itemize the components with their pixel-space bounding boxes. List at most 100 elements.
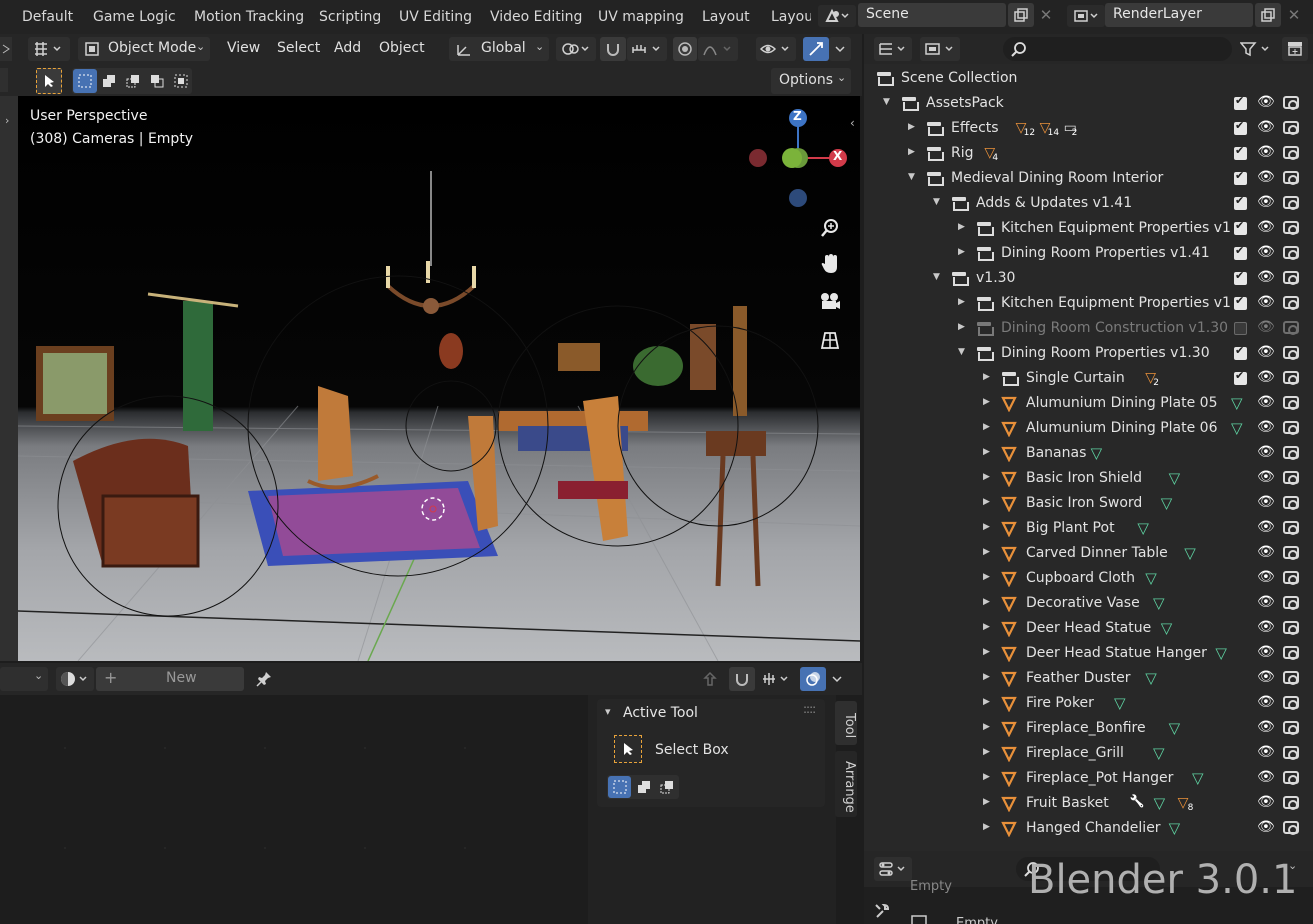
outliner-collection-row[interactable]: Scene Collection [864,66,1313,91]
outliner-object-row[interactable]: ▶ Deer Head Statue Hanger ▽ 👁 [864,641,1313,666]
snap-magnet-icon[interactable] [729,667,755,691]
visibility-eye-icon[interactable]: 👁 [1257,769,1275,785]
workspace-tab-video-editing[interactable]: Video Editing [490,9,582,25]
collapse-arrow-icon[interactable]: ▼ [883,97,890,107]
render-camera-icon[interactable] [1283,346,1299,360]
overlay-toggle-icon[interactable] [800,667,826,691]
mesh-data-icon[interactable]: ▽ [1184,544,1196,562]
visibility-eye-icon[interactable]: 👁 [1257,719,1275,735]
object-name-field[interactable]: Empty [956,914,1016,924]
render-camera-icon[interactable] [1283,471,1299,485]
filter-icon[interactable] [1236,37,1278,61]
render-camera-icon[interactable] [1283,671,1299,685]
render-camera-icon[interactable] [1283,546,1299,560]
left-edge-icon[interactable] [0,37,12,61]
outliner-object-row[interactable]: ▶ Hanged Chandelier ▽ 👁 [864,816,1313,841]
proportional-falloff-icon[interactable] [698,37,738,61]
outliner-object-row[interactable]: ▶ Basic Iron Shield ▽ 👁 [864,466,1313,491]
gizmo-options-chevron-icon[interactable] [829,37,851,61]
expand-arrow-icon[interactable]: ▶ [983,597,990,607]
outliner-collection-row[interactable]: ▶ Dining Room Construction v1.30 👁 [864,316,1313,341]
mesh-data-icon[interactable]: ▽ [1153,744,1165,762]
render-camera-icon[interactable] [1283,696,1299,710]
visibility-eye-icon[interactable]: 👁 [1257,569,1275,585]
tab-arrange[interactable]: Arrange [835,751,857,817]
outliner-object-row[interactable]: ▶ Fire Poker ▽ 👁 [864,691,1313,716]
expand-arrow-icon[interactable]: ▶ [983,622,990,632]
visibility-eye-icon[interactable]: 👁 [1257,294,1275,310]
outliner-collection-row[interactable]: ▶Rig▽4👁 [864,141,1313,166]
expand-arrow-icon[interactable]: ▶ [983,672,990,682]
workspace-tab-layout-2[interactable]: Layou [771,9,811,25]
active-tool-title[interactable]: Active Tool [623,705,698,721]
collapse-arrow-icon[interactable]: ▼ [933,197,940,207]
outliner-collection-row[interactable]: ▶Single Curtain▽2👁 [864,366,1313,391]
visibility-eye-icon[interactable]: 👁 [1257,219,1275,235]
visibility-eye-icon[interactable]: 👁 [1257,369,1275,385]
visibility-eye-icon[interactable]: 👁 [1257,269,1275,285]
visibility-eye-icon[interactable]: 👁 [1257,819,1275,835]
visibility-eye-icon[interactable]: 👁 [1257,94,1275,110]
render-camera-icon[interactable] [1283,146,1299,160]
expand-arrow-icon[interactable]: ▶ [983,772,990,782]
mesh-data-icon[interactable]: ▽ [1161,494,1173,512]
collapse-arrow-icon[interactable]: ▼ [908,172,915,182]
visibility-eye-icon[interactable]: 👁 [1257,394,1275,410]
mode-extend-icon[interactable] [632,776,655,798]
visibility-eye-icon[interactable]: 👁 [1257,519,1275,535]
tab-tool[interactable]: Tool [835,701,857,745]
outliner-object-row[interactable]: ▶ Fireplace_Grill ▽ 👁 [864,741,1313,766]
parent-arrow-icon[interactable] [698,667,722,691]
exclude-checkbox[interactable] [1234,219,1247,235]
render-camera-icon[interactable] [1283,746,1299,760]
outliner-object-row[interactable]: ▶ Bananas ▽ 👁 [864,441,1313,466]
visibility-eye-icon[interactable]: 👁 [1257,419,1275,435]
visibility-eye-icon[interactable]: 👁 [1257,544,1275,560]
render-camera-icon[interactable] [1283,171,1299,185]
visibility-eye-icon[interactable]: 👁 [1257,169,1275,185]
visibility-eye-icon[interactable]: 👁 [1257,619,1275,635]
expand-arrow-icon[interactable]: ▶ [983,722,990,732]
mesh-data-icon[interactable]: ▽ [1145,669,1157,687]
exclude-checkbox[interactable] [1234,94,1247,110]
outliner-object-row[interactable]: ▶ Big Plant Pot ▽ 👁 [864,516,1313,541]
expand-arrow-icon[interactable]: ▶ [983,497,990,507]
snap-toggle-icon[interactable] [600,37,626,61]
snap-target-icon[interactable] [627,37,667,61]
menu-select[interactable]: Select [277,40,320,56]
outliner-object-row[interactable]: ▶ Alumunium Dining Plate 05 ▽ 👁 [864,391,1313,416]
render-camera-icon[interactable] [1283,421,1299,435]
outliner-collection-row[interactable]: ▶ Dining Room Properties v1.41 👁 [864,241,1313,266]
expand-arrow-icon[interactable]: ▶ [983,522,990,532]
render-camera-icon[interactable] [1283,221,1299,235]
outliner-collection-row[interactable]: ▼ Medieval Dining Room Interior 👁 [864,166,1313,191]
toolbar-edge-icon[interactable] [0,68,8,92]
render-camera-icon[interactable] [1283,821,1299,835]
expand-arrow-icon[interactable]: ▶ [908,122,915,132]
expand-arrow-icon[interactable]: ▶ [983,822,990,832]
workspace-tab-layout[interactable]: Layout [702,9,750,25]
visibility-eye-icon[interactable]: 👁 [1257,594,1275,610]
outliner-editor-type-icon[interactable] [874,37,912,61]
drag-handle-icon[interactable]: :::: [803,702,816,716]
close-render-layer-icon[interactable]: ✕ [1284,4,1304,26]
render-camera-icon[interactable] [1283,646,1299,660]
outliner-object-row[interactable]: ▶ Alumunium Dining Plate 06 ▽ 👁 [864,416,1313,441]
render-layer-selector-icon[interactable] [1067,5,1105,27]
mesh-data-icon[interactable]: ▽ [1153,594,1165,612]
mesh-data-icon[interactable]: ▽ [1091,444,1103,462]
mode-subtract-icon[interactable] [655,776,678,798]
outliner-collection-row[interactable]: ▶Effects▽12▽14▭2👁 [864,116,1313,141]
editor-type-icon[interactable] [28,37,70,61]
mode-set-icon[interactable] [608,776,631,798]
exclude-checkbox[interactable] [1234,322,1247,335]
expand-arrow-icon[interactable]: ▶ [983,372,990,382]
render-camera-icon[interactable] [1283,196,1299,210]
snap-element-icon[interactable] [757,667,795,691]
copy-scene-icon[interactable] [1008,3,1034,27]
zoom-icon[interactable] [816,214,844,242]
mesh-data-icon[interactable]: ▽ [1192,769,1204,787]
exclude-checkbox[interactable] [1234,119,1247,135]
workspace-tab-game-logic[interactable]: Game Logic [93,9,176,25]
expand-arrow-icon[interactable]: ▶ [983,397,990,407]
